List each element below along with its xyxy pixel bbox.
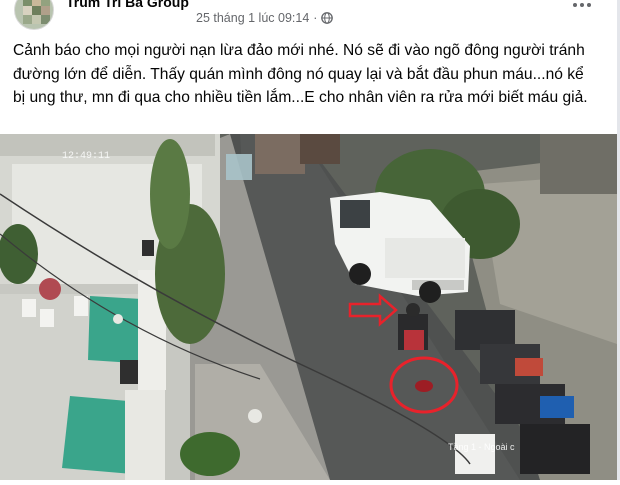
cctv-camera-label: Tầng 1 - Ngoài c xyxy=(448,442,515,452)
post-body-text: Cảnh báo cho mọi người nạn lừa đảo mới n… xyxy=(13,39,613,110)
group-name-link[interactable]: Trùm Tri Bà Group xyxy=(66,0,189,10)
meta-separator: · xyxy=(313,11,318,25)
post-bottom-edge xyxy=(0,480,620,485)
post-header: Trùm Tri Bà Group 25 tháng 1 lúc 09:14 · xyxy=(0,0,620,32)
cctv-timestamp: 12:49:11 xyxy=(62,151,110,162)
post-text-line: bị ung thư, mn đi qua cho nhiều tiền lắm… xyxy=(13,89,588,106)
globe-icon[interactable] xyxy=(321,12,334,24)
cctv-scene: 12:49:11 Tầng 1 - Ngoài c xyxy=(0,134,617,480)
post-meta: 25 tháng 1 lúc 09:14 · xyxy=(196,11,334,25)
post-date-link[interactable]: 25 tháng 1 lúc 09:14 xyxy=(196,11,309,25)
post-photo-cctv[interactable]: 12:49:11 Tầng 1 - Ngoài c xyxy=(0,134,617,480)
post-text-line: Cảnh báo cho mọi người nạn lừa đảo mới n… xyxy=(13,42,585,59)
post-text-line: đường lớn để diễn. Thấy quán mình đông n… xyxy=(13,65,584,83)
more-dots-icon[interactable] xyxy=(570,0,594,12)
group-avatar[interactable] xyxy=(14,0,54,30)
